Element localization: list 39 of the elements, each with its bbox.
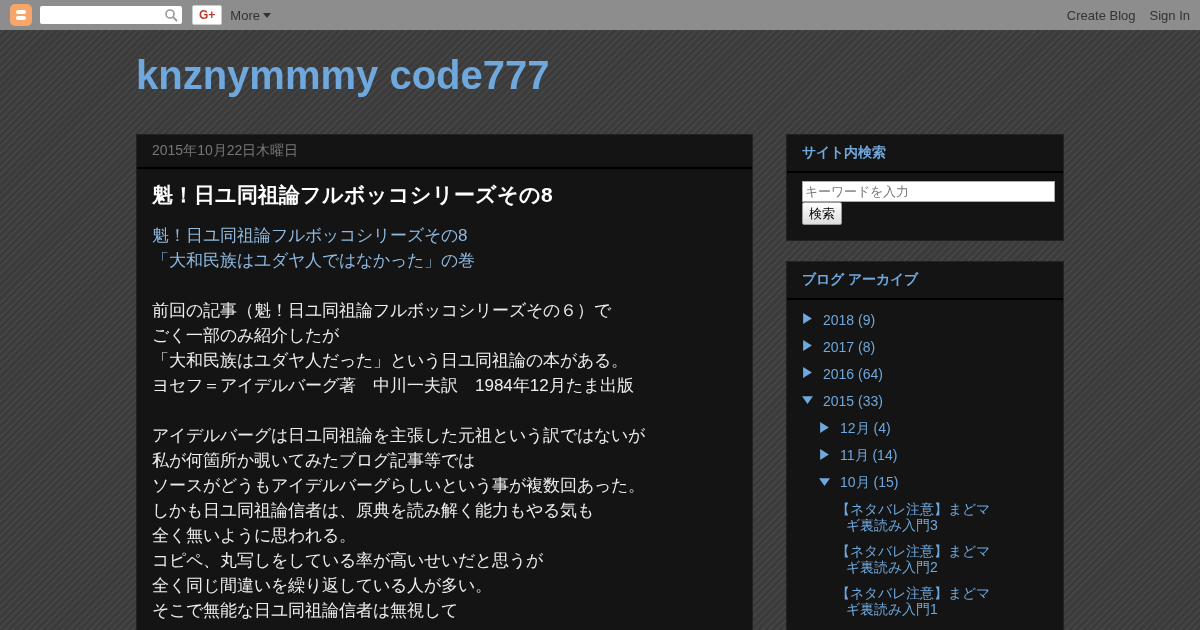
nav-link[interactable]: Create Blog	[1066, 7, 1136, 23]
archive-link[interactable]: 11月 (14)	[840, 447, 898, 465]
body-text: 全く同じ間違いを繰り返している人が多い。	[152, 575, 492, 597]
blog-title[interactable]: knznymmmy code777	[136, 52, 1064, 98]
widget-title: ブログ アーカイブ	[787, 262, 1063, 300]
archive-post-link[interactable]: 【ネタバレ注意】まどマギ裏読み入門3	[836, 501, 1001, 533]
archive-post-link[interactable]: 【ネタバレ注意】まどマギ裏読み入門2	[836, 543, 1001, 575]
share-button[interactable]: G+	[192, 5, 223, 25]
body-text: そこで無能な日ユ同祖論信者は無視して	[152, 600, 458, 622]
archive-link[interactable]: 2016 (64)	[823, 366, 883, 382]
archive-link[interactable]: 10月 (15)	[840, 474, 899, 492]
search-button[interactable]: 検索	[802, 202, 842, 225]
nav-link[interactable]: Sign In	[1149, 7, 1190, 23]
body-text: ごく一部のみ紹介したが	[152, 325, 339, 347]
archive-link[interactable]: 2015 (33)	[823, 393, 883, 409]
body-text: しかも日ユ同祖論信者は、原典を読み解く能力もやる気も	[152, 500, 594, 522]
post-link[interactable]: 「大和民族はユダヤ人ではなかった」の巻	[152, 248, 475, 273]
widget-title: サイト内検索	[787, 135, 1063, 173]
post-title: 魁！日ユ同祖論フルボッコシリーズその8	[152, 182, 554, 208]
archive-link[interactable]: 2017 (8)	[823, 339, 876, 355]
blogger-logo[interactable]	[10, 4, 32, 26]
archive-link[interactable]: 12月 (4)	[840, 420, 891, 438]
body-text: 「大和民族はユダヤ人だった」という日ユ同祖論の本がある。	[152, 350, 628, 372]
post-link[interactable]: 魁！日ユ同祖論フルボッコシリーズその8	[152, 223, 468, 248]
caret-icon[interactable]	[262, 12, 271, 18]
post-date: 2015年10月22日木曜日	[137, 135, 752, 169]
body-text: ヨセフ＝アイデルバーグ著 中川一夫訳 1984年12月たま出版	[152, 375, 634, 397]
keyword-field[interactable]: キーワードを入力	[802, 181, 1055, 202]
more-menu[interactable]: More	[230, 7, 271, 23]
archive-post-link[interactable]: 【ネタバレ注意】まどマギ裏読み入門1	[836, 585, 1001, 617]
body-text: 私が何箇所か覗いてみたブログ記事等では	[152, 450, 475, 472]
search-icon[interactable]	[165, 8, 178, 22]
body-text: コピペ、丸写しをしている率が高いせいだと思うが	[152, 550, 543, 572]
archive-link[interactable]: 2018 (9)	[823, 312, 876, 328]
body-text: ソースがどうもアイデルバーグらしいという事が複数回あった。	[152, 475, 645, 497]
body-text: 前回の記事（魁！日ユ同祖論フルボッコシリーズその６）で	[152, 300, 611, 322]
body-text: 全く無いように思われる。	[152, 525, 356, 547]
search-field[interactable]	[40, 6, 182, 24]
body-text: アイデルバーグは日ユ同祖論を主張した元祖という訳ではないが	[152, 425, 645, 447]
